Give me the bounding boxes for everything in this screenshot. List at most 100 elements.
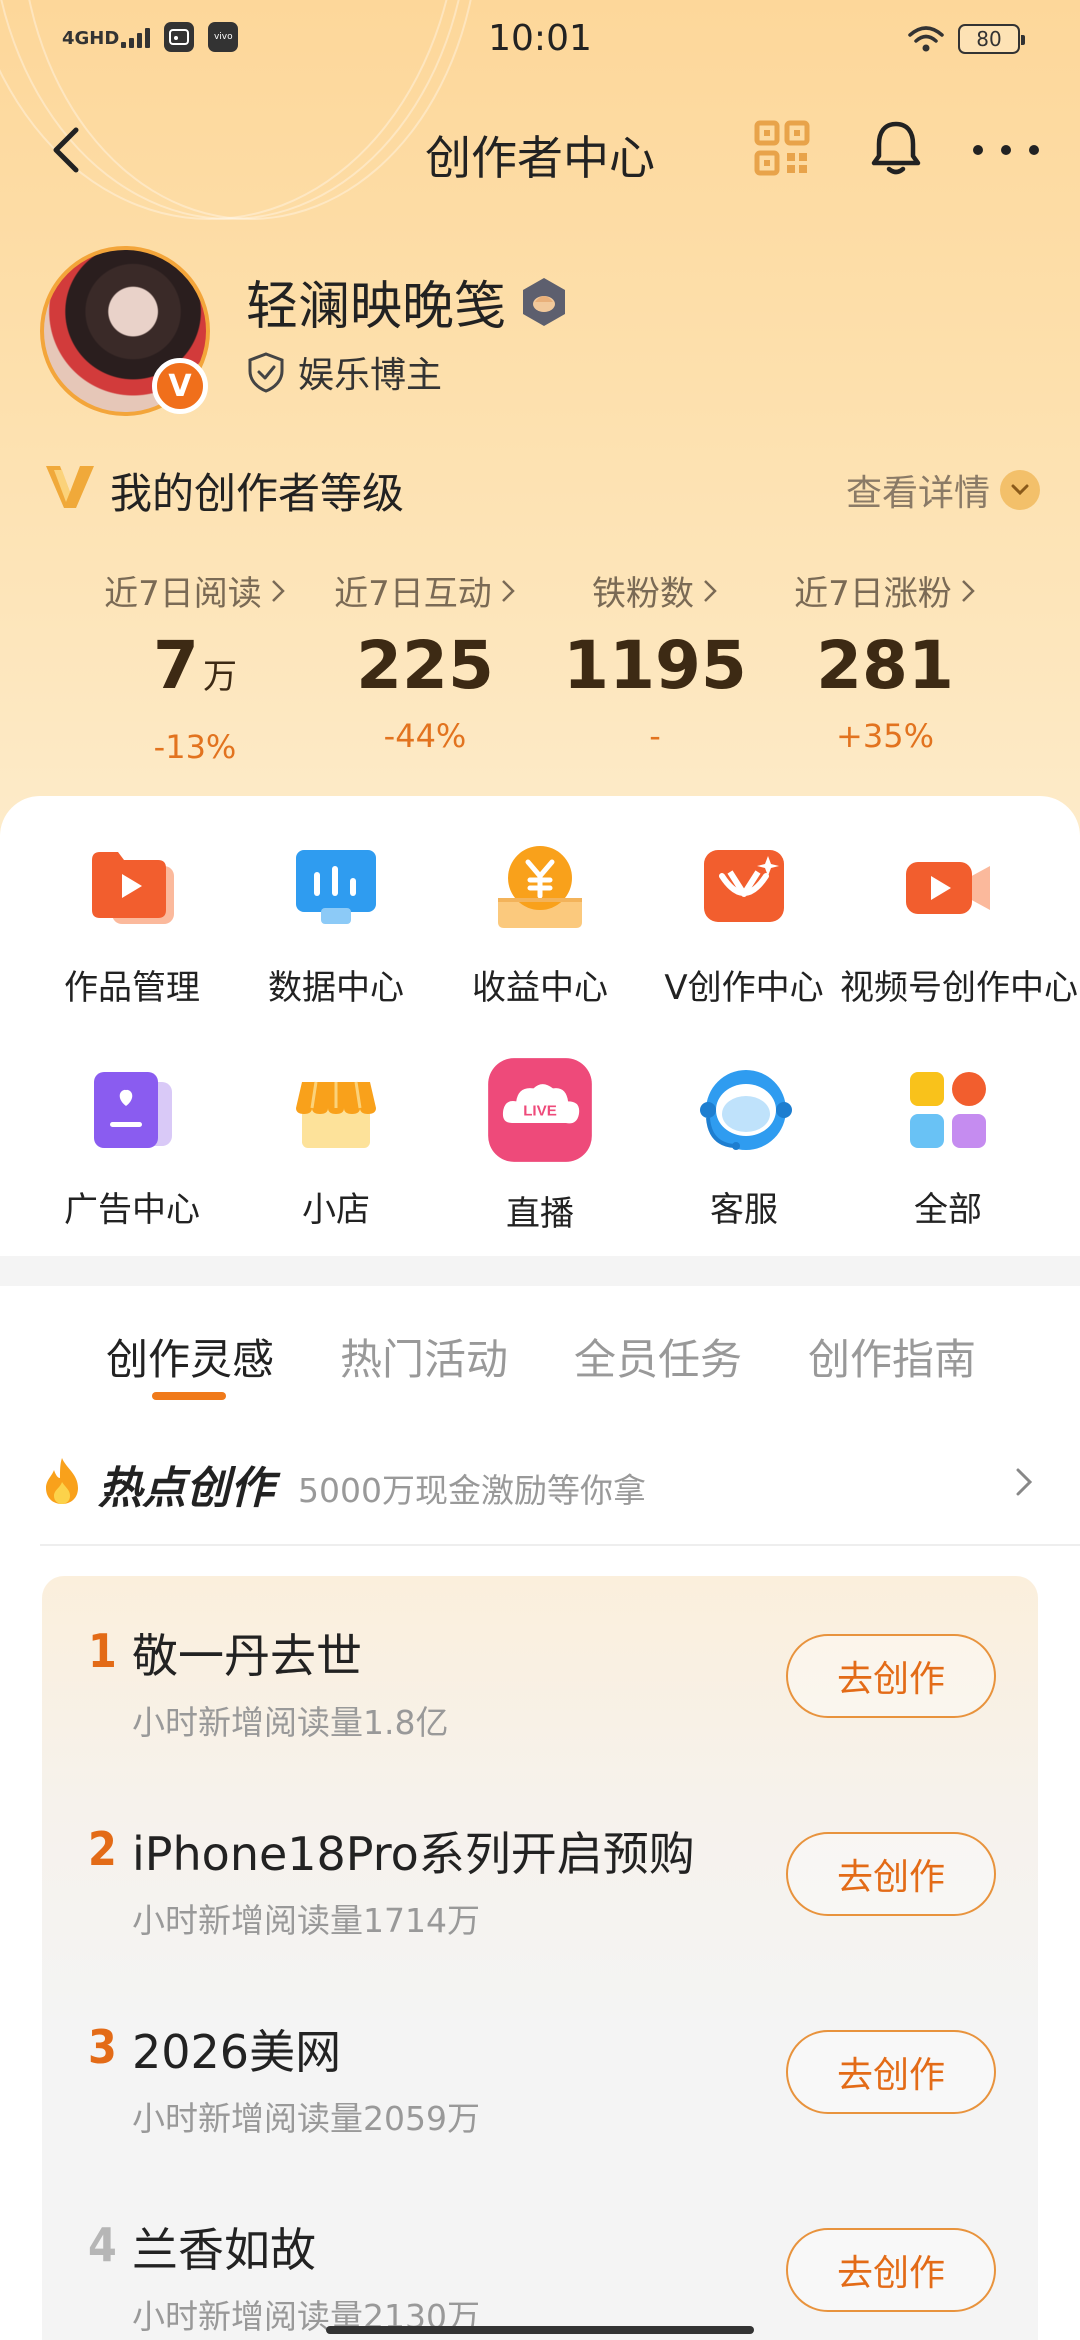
view-details-label: 查看详情 — [845, 473, 990, 514]
username: 轻澜映晚笺 — [246, 277, 507, 337]
creator-level-title: 我的创作者等级 — [110, 469, 405, 518]
grid-label: 小店 — [302, 1190, 370, 1230]
data-icon — [296, 850, 376, 924]
v-level-icon — [46, 466, 94, 508]
topic-rank: 4 — [88, 2218, 117, 2272]
verified-badge: V — [152, 358, 208, 414]
fire-icon — [46, 1458, 78, 1504]
create-button[interactable]: 去创作 — [786, 1634, 996, 1718]
grid-item-works[interactable]: 作品管理 — [24, 838, 240, 1009]
stat-interactions[interactable]: 近7日互动 225 -44% — [310, 566, 540, 755]
list-item[interactable]: 2 iPhone18Pro系列开启预购 小时新增阅读量1714万 去创作 — [42, 1818, 1038, 2018]
level-badge-icon[interactable] — [520, 276, 568, 328]
topic-title: 敬一丹去世 — [132, 1629, 362, 1683]
list-item[interactable]: 1 敬一丹去世 小时新增阅读量1.8亿 去创作 — [42, 1620, 1038, 1820]
topic-title: iPhone18Pro系列开启预购 — [132, 1827, 695, 1881]
stat-new-fans[interactable]: 近7日涨粉 281 +35% — [770, 566, 1000, 755]
active-tab-indicator — [152, 1392, 226, 1400]
stat-reads[interactable]: 近7日阅读 7万 -13% — [80, 566, 310, 766]
ad-icon — [94, 1072, 172, 1148]
grid-label: 直播 — [506, 1194, 574, 1234]
topic-rank: 2 — [88, 1822, 117, 1876]
home-indicator[interactable] — [326, 2326, 754, 2334]
topic-subtitle: 小时新增阅读量1714万 — [132, 1901, 480, 1940]
grid-item-video[interactable]: 视频号创作中心 — [840, 838, 1078, 1009]
grid-item-service[interactable]: 客服 — [636, 1060, 852, 1231]
view-details-link[interactable]: 查看详情 — [846, 464, 1040, 516]
role-label: 娱乐博主 — [298, 355, 443, 396]
chevron-right-icon — [961, 579, 975, 602]
tab-bar: 创作灵感 热门活动 全员任务 创作指南 — [0, 1326, 1080, 1416]
live-icon-text: LIVE — [523, 1102, 557, 1119]
tab-guide[interactable]: 创作指南 — [808, 1326, 976, 1387]
stat-label: 近7日互动 — [334, 574, 492, 614]
stat-unit: 万 — [202, 657, 237, 697]
qr-code-icon[interactable] — [752, 118, 812, 178]
topic-subtitle: 小时新增阅读量1.8亿 — [132, 1703, 449, 1742]
tab-inspiration[interactable]: 创作灵感 — [106, 1326, 274, 1387]
grid-item-data[interactable]: 数据中心 — [228, 838, 444, 1009]
shop-icon — [296, 1081, 376, 1148]
topic-rank: 1 — [88, 1624, 117, 1678]
chevron-right-icon — [704, 579, 717, 602]
divider — [40, 1544, 1080, 1546]
grid-label: 作品管理 — [64, 968, 200, 1008]
income-icon — [498, 846, 582, 928]
topic-title: 2026美网 — [132, 2025, 342, 2079]
service-icon — [700, 1070, 792, 1150]
profile-section[interactable]: V 轻澜映晚笺 娱乐博主 — [40, 246, 1040, 416]
hot-topic-list: 1 敬一丹去世 小时新增阅读量1.8亿 去创作 2 iPhone18Pro系列开… — [42, 1576, 1038, 2340]
grid-label: 视频号创作中心 — [840, 968, 1078, 1008]
shield-icon — [248, 352, 284, 393]
stat-label: 近7日阅读 — [104, 574, 262, 614]
grid-label: V创作中心 — [664, 968, 824, 1008]
list-item[interactable]: 3 2026美网 小时新增阅读量2059万 去创作 — [42, 2016, 1038, 2216]
create-button[interactable]: 去创作 — [786, 2030, 996, 2114]
create-button[interactable]: 去创作 — [786, 1832, 996, 1916]
stat-value: 281 — [816, 627, 954, 704]
more-icon[interactable] — [966, 120, 1046, 180]
stat-change: -13% — [153, 728, 237, 766]
stat-change: +35% — [836, 717, 934, 755]
create-button[interactable]: 去创作 — [786, 2228, 996, 2312]
grid-item-income[interactable]: 收益中心 — [432, 838, 648, 1009]
grid-item-all[interactable]: 全部 — [840, 1060, 1056, 1231]
tab-all-tasks[interactable]: 全员任务 — [574, 1326, 742, 1387]
topic-subtitle: 小时新增阅读量2059万 — [132, 2099, 480, 2138]
stat-value: 7 — [153, 627, 199, 704]
stat-label: 近7日涨粉 — [794, 574, 952, 614]
all-icon — [910, 1072, 986, 1148]
video-icon — [906, 862, 990, 914]
grid-item-live[interactable]: LIVE 直播 — [432, 1058, 648, 1235]
battery-icon: 80 — [958, 24, 1025, 54]
status-bar: 4GHD vivo 10:01 80 — [0, 0, 1080, 80]
grid-item-ad[interactable]: 广告中心 — [24, 1060, 240, 1231]
stat-change: - — [649, 717, 661, 755]
grid-label: 收益中心 — [472, 968, 608, 1008]
function-grid: 作品管理 数据中心 收益中心 V创作中心 视频号创作中心 广告中心 小店 LIV… — [0, 796, 1080, 1256]
chevron-right-icon — [271, 579, 285, 602]
chevron-right-icon — [1016, 1468, 1033, 1496]
stat-value: 225 — [356, 627, 494, 704]
stat-iron-fans[interactable]: 铁粉数 1195 - — [540, 566, 770, 755]
stat-label: 铁粉数 — [592, 574, 694, 614]
grid-item-v-create[interactable]: V创作中心 — [636, 838, 852, 1009]
bell-icon[interactable] — [866, 118, 926, 178]
hot-creation-header[interactable]: 热点创作 5000万现金激励等你拿 — [40, 1446, 1040, 1516]
grid-label: 数据中心 — [268, 968, 404, 1008]
wifi-icon — [908, 26, 944, 52]
topic-rank: 3 — [88, 2020, 117, 2074]
stat-change: -44% — [383, 717, 467, 755]
topic-title: 兰香如故 — [132, 2223, 316, 2277]
list-item[interactable]: 4 兰香如故 小时新增阅读量2130万 去创作 — [42, 2214, 1038, 2340]
works-icon — [92, 852, 174, 924]
v-create-icon — [704, 850, 784, 922]
top-nav: 创作者中心 — [0, 100, 1080, 200]
hot-creation-subtitle: 5000万现金激励等你拿 — [298, 1471, 646, 1510]
stats-row: 近7日阅读 7万 -13% 近7日互动 225 -44% 铁粉数 1195 - … — [0, 566, 1080, 766]
grid-label: 广告中心 — [64, 1190, 200, 1230]
creator-level-row[interactable]: 我的创作者等级 查看详情 — [44, 456, 1040, 518]
tab-hot-events[interactable]: 热门活动 — [340, 1326, 508, 1387]
grid-item-shop[interactable]: 小店 — [228, 1060, 444, 1231]
live-icon: LIVE — [488, 1058, 592, 1162]
